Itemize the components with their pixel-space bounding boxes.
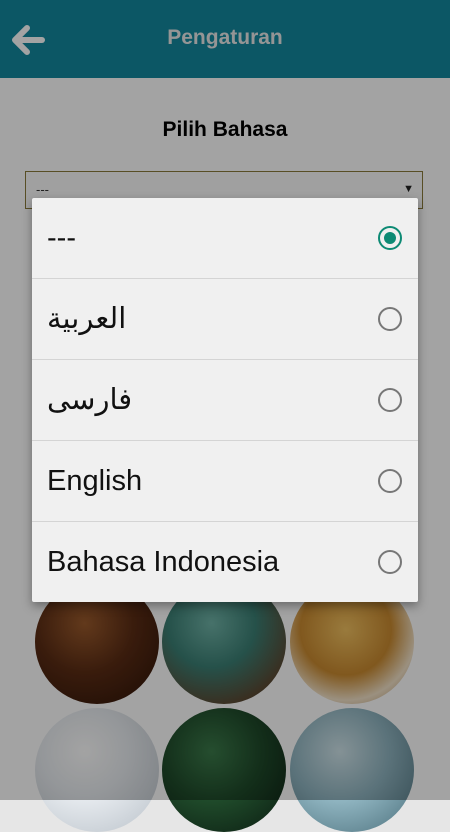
language-option[interactable]: --- — [32, 198, 418, 278]
language-option-label: English — [47, 465, 143, 497]
language-option[interactable]: العربية — [32, 279, 418, 359]
radio-unselected-icon[interactable] — [378, 307, 402, 331]
language-option[interactable]: Bahasa Indonesia — [32, 522, 418, 602]
radio-unselected-icon[interactable] — [378, 388, 402, 412]
language-option-label: فارسی — [47, 384, 133, 416]
language-option-label: العربية — [47, 303, 127, 335]
language-option[interactable]: English — [32, 441, 418, 521]
radio-unselected-icon[interactable] — [378, 469, 402, 493]
language-option-label: --- — [47, 222, 76, 254]
radio-unselected-icon[interactable] — [378, 550, 402, 574]
language-dialog: --- العربية فارسی English Bahasa Indones… — [32, 198, 418, 602]
radio-selected-icon[interactable] — [378, 226, 402, 250]
language-option[interactable]: فارسی — [32, 360, 418, 440]
language-option-label: Bahasa Indonesia — [47, 546, 280, 578]
